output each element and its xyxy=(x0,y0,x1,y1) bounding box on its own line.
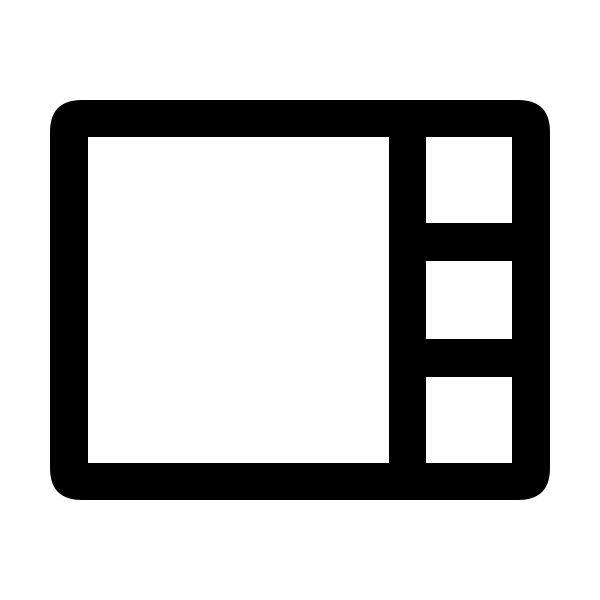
frame-shape xyxy=(50,100,550,500)
view-sidebar-layout-icon xyxy=(50,100,550,500)
icon-canvas xyxy=(0,0,600,600)
